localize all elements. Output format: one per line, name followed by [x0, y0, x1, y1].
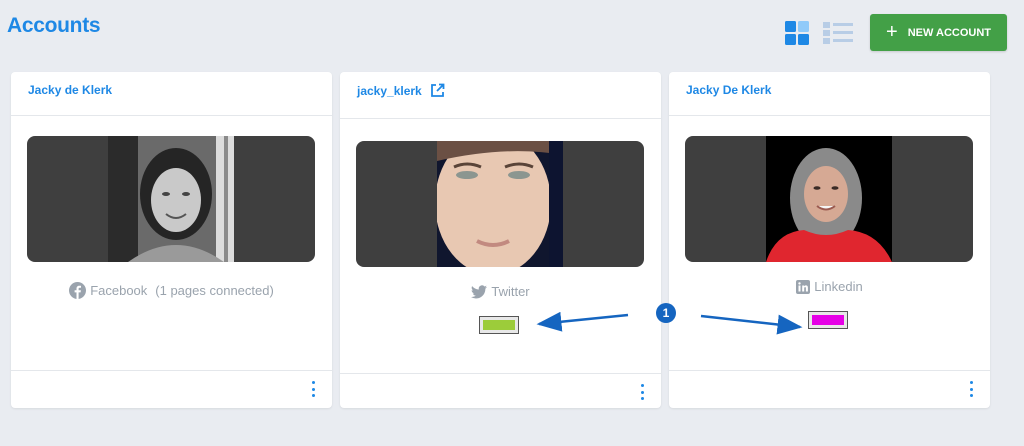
network-name: Twitter [491, 284, 530, 299]
more-options-icon[interactable] [968, 381, 974, 397]
network-info: Facebook (1 pages connected) [11, 282, 332, 299]
grid-view-icon[interactable] [784, 20, 810, 46]
color-swatch [479, 316, 519, 334]
account-card-twitter: jacky_klerk Twitter [340, 72, 661, 408]
account-avatar-frame [356, 141, 644, 267]
color-swatch [808, 311, 848, 329]
color-swatch-fill [812, 315, 844, 325]
card-header: Jacky De Klerk [669, 72, 990, 116]
avatar [108, 136, 234, 262]
annotation-badge: 1 [656, 303, 676, 323]
twitter-icon [471, 284, 488, 298]
card-header: Jacky de Klerk [11, 72, 332, 116]
card-header: jacky_klerk [340, 72, 661, 119]
account-avatar-frame [685, 136, 973, 262]
account-avatar-frame [27, 136, 315, 262]
card-footer [340, 373, 661, 408]
account-card-facebook: Jacky de Klerk Facebook (1 pages connect… [11, 72, 332, 408]
network-info: Twitter [340, 284, 661, 299]
list-view-icon[interactable] [822, 20, 853, 46]
linkedin-icon [796, 279, 811, 294]
account-name[interactable]: Jacky de Klerk [28, 83, 112, 97]
network-name: Linkedin [814, 279, 863, 294]
network-info: Linkedin [669, 279, 990, 294]
avatar [766, 136, 892, 262]
card-footer [669, 370, 990, 408]
external-link-icon[interactable] [430, 83, 445, 98]
facebook-icon [69, 282, 87, 299]
color-swatch-fill [483, 320, 515, 330]
plus-icon: + [886, 20, 898, 43]
network-detail: (1 pages connected) [155, 283, 274, 298]
account-name[interactable]: Jacky De Klerk [686, 83, 771, 97]
new-account-label: NEW ACCOUNT [907, 26, 991, 39]
card-footer [11, 370, 332, 408]
network-name: Facebook [90, 283, 148, 298]
account-name[interactable]: jacky_klerk [357, 84, 422, 98]
new-account-button[interactable]: + NEW ACCOUNT [870, 14, 1007, 51]
more-options-icon[interactable] [310, 381, 316, 397]
account-card-linkedin: Jacky De Klerk Linkedin [669, 72, 990, 408]
avatar [437, 141, 563, 267]
more-options-icon[interactable] [639, 384, 645, 400]
page-title: Accounts [7, 14, 101, 37]
